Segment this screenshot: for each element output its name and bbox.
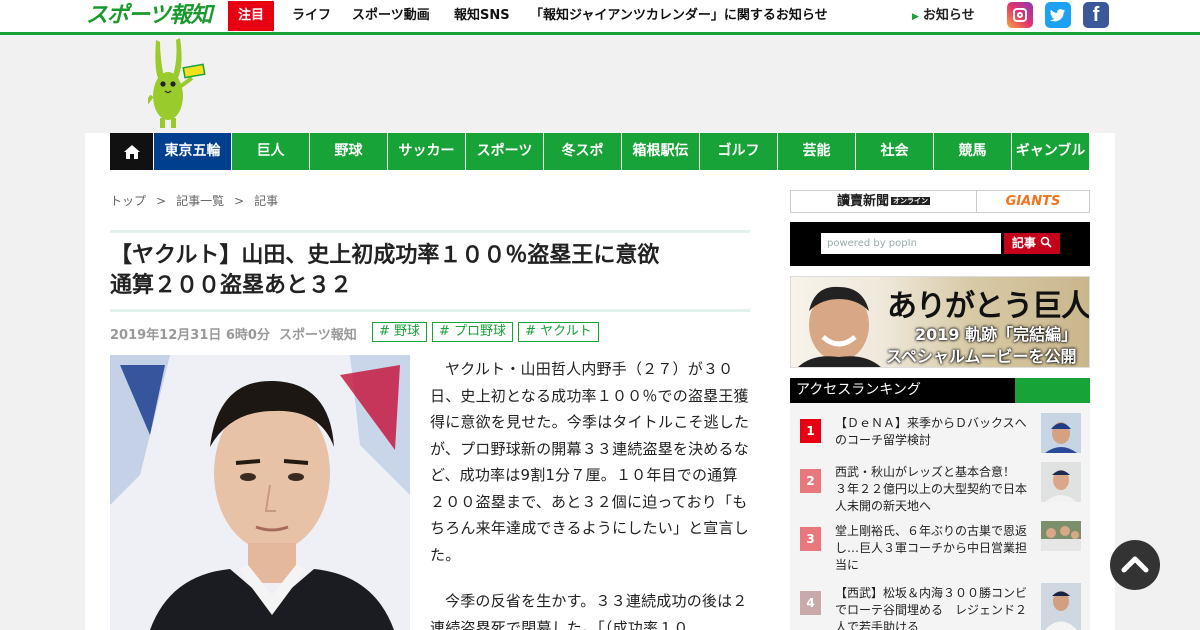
rank-number: 2	[800, 469, 821, 493]
top-bar: スポーツ報知 注目 ライフ スポーツ動画 報知SNS 「報知ジャイアンツカレンダ…	[0, 0, 1200, 32]
rank-thumbnail	[1041, 521, 1081, 551]
twitter-icon[interactable]	[1045, 2, 1071, 28]
mascot-illustration	[148, 38, 206, 128]
tag-yakult[interactable]: # ヤクルト	[518, 322, 599, 342]
giants-link[interactable]: GIANTS	[977, 191, 1089, 212]
home-icon[interactable]	[110, 133, 153, 170]
rank-title: 西武・秋山がレッズと基本合意！ ３年２２億円以上の大型契約で日本人未開の新天地へ	[835, 465, 1028, 513]
ranking-list: 1 【ＤｅＮＡ】来季からＤバックスへのコーチ留学検討 2 西武・秋山がレッズと基…	[790, 403, 1090, 630]
headline-box: 【ヤクルト】山田、史上初成功率１００％盗塁王に意欲 通算２００盗塁あと３２	[110, 230, 750, 312]
ranking-header: アクセスランキング	[790, 378, 1090, 403]
nav-item-giants[interactable]: 巨人	[232, 133, 309, 170]
nav-item-society[interactable]: 社会	[856, 133, 933, 170]
instagram-icon[interactable]	[1007, 2, 1033, 28]
facebook-icon[interactable]: f	[1083, 2, 1109, 28]
ranking-title: アクセスランキング	[796, 382, 921, 398]
ranking-header-accent	[1015, 378, 1090, 403]
rank-thumbnail	[1041, 583, 1081, 630]
search-button[interactable]: 記事	[1004, 233, 1060, 254]
tag-pro-baseball[interactable]: # プロ野球	[432, 322, 514, 342]
triangle-icon: ▶	[912, 12, 919, 22]
article-date: 2019年12月31日 6時0分	[110, 328, 270, 343]
giants-movie-banner[interactable]: ありがとう巨人 2019 軌跡「完結編」 スペシャルムービーを公開	[790, 276, 1090, 368]
yomiuri-giants-banner: 讀賣新聞 オンライン GIANTS	[790, 190, 1090, 213]
nav-item-horse-racing[interactable]: 競馬	[934, 133, 1011, 170]
chevron-up-icon	[1121, 556, 1149, 573]
banner-subtitle: 2019 軌跡「完結編」	[915, 325, 1078, 344]
article-source: スポーツ報知	[279, 328, 357, 343]
article-headline: 【ヤクルト】山田、史上初成功率１００％盗塁王に意欲 通算２００盗塁あと３２	[110, 241, 750, 301]
yomiuri-online-badge: オンライン	[891, 197, 930, 205]
tag-baseball[interactable]: # 野球	[372, 322, 428, 342]
nav-item-golf[interactable]: ゴルフ	[700, 133, 777, 170]
rank-thumbnail	[1041, 413, 1081, 453]
article-body: ヤクルト・山田哲人内野手（２７）が３０日、史上初となる成功率１００％での盗塁王獲…	[430, 356, 750, 630]
rank-number: 1	[800, 419, 821, 443]
back-to-top-button[interactable]	[1110, 540, 1160, 590]
breadcrumb-separator: >	[234, 194, 245, 208]
article-paragraph-2: 今季の反省を生かす。３３連続成功の後は２連続盗塁死で閉幕した。「（成功率１０	[430, 592, 748, 630]
breadcrumb-article-list[interactable]: 記事一覧	[176, 194, 224, 208]
nav-item-soccer[interactable]: サッカー	[388, 133, 465, 170]
nav-item-olympics[interactable]: 東京五輪	[154, 133, 231, 170]
top-link-life[interactable]: ライフ	[292, 0, 331, 32]
nav-item-entertainment[interactable]: 芸能	[778, 133, 855, 170]
top-link-calendar-notice[interactable]: 「報知ジャイアンツカレンダー」に関するお知らせ	[530, 0, 828, 32]
yomiuri-online-link[interactable]: 讀賣新聞 オンライン	[791, 191, 977, 212]
notice-label: お知らせ	[922, 8, 975, 23]
rank-thumbnail	[1041, 462, 1081, 502]
article-paragraph-1: ヤクルト・山田哲人内野手（２７）が３０日、史上初となる成功率１００％での盗塁王獲…	[430, 360, 750, 564]
headline-line-2: 通算２００盗塁あと３２	[110, 273, 353, 298]
nav-item-baseball[interactable]: 野球	[310, 133, 387, 170]
rank-title: 堂上剛裕氏、６年ぶりの古巣で恩返し…巨人３軍コーチから中日営業担当に	[835, 524, 1028, 572]
top-link-sns[interactable]: 報知SNS	[454, 0, 510, 32]
top-link-sports-video[interactable]: スポーツ動画	[352, 0, 430, 32]
banner-caption: スペシャルムービーを公開	[886, 347, 1077, 366]
rank-title: 【ＤｅＮＡ】来季からＤバックスへのコーチ留学検討	[835, 416, 1027, 447]
article-meta: 2019年12月31日 6時0分 スポーツ報知	[110, 324, 357, 343]
nav-item-sports[interactable]: スポーツ	[466, 133, 543, 170]
site-logo[interactable]: スポーツ報知	[86, 2, 213, 30]
top-bar-divider	[0, 32, 1200, 35]
nav-item-winter-sports[interactable]: 冬スポ	[544, 133, 621, 170]
search-icon	[1040, 236, 1052, 248]
banner-title: ありがとう巨人	[887, 289, 1090, 324]
nav-item-hakone-ekiden[interactable]: 箱根駅伝	[622, 133, 699, 170]
headline-line-1: 【ヤクルト】山田、史上初成功率１００％盗塁王に意欲	[110, 243, 660, 268]
rank-number: 4	[800, 591, 821, 615]
search-area: powered by popIn 記事	[790, 222, 1090, 266]
breadcrumb-article: 記事	[254, 194, 279, 208]
search-input[interactable]: powered by popIn	[821, 233, 1001, 254]
breadcrumb-separator: >	[156, 194, 167, 208]
search-button-label: 記事	[1011, 236, 1036, 250]
nav-item-gambling[interactable]: ギャンブル	[1012, 133, 1089, 170]
yomiuri-logo: 讀賣新聞	[836, 194, 889, 209]
article-photo	[110, 355, 410, 630]
rank-title: 【西武】松坂＆内海３００勝コンビでローテ谷間埋める レジェンド２人で若手助ける	[835, 586, 1028, 630]
category-nav: 東京五輪 巨人 野球 サッカー スポーツ 冬スポ 箱根駅伝 ゴルフ 芸能 社会 …	[110, 133, 1089, 170]
article-tags: # 野球 # プロ野球 # ヤクルト	[372, 322, 604, 342]
breadcrumb-top[interactable]: トップ	[110, 194, 146, 208]
chumoku-label: 注目	[228, 1, 274, 31]
rank-number: 3	[800, 527, 821, 551]
notice-link[interactable]: ▶ お知らせ	[912, 0, 975, 32]
breadcrumb: トップ > 記事一覧 > 記事	[110, 192, 278, 209]
